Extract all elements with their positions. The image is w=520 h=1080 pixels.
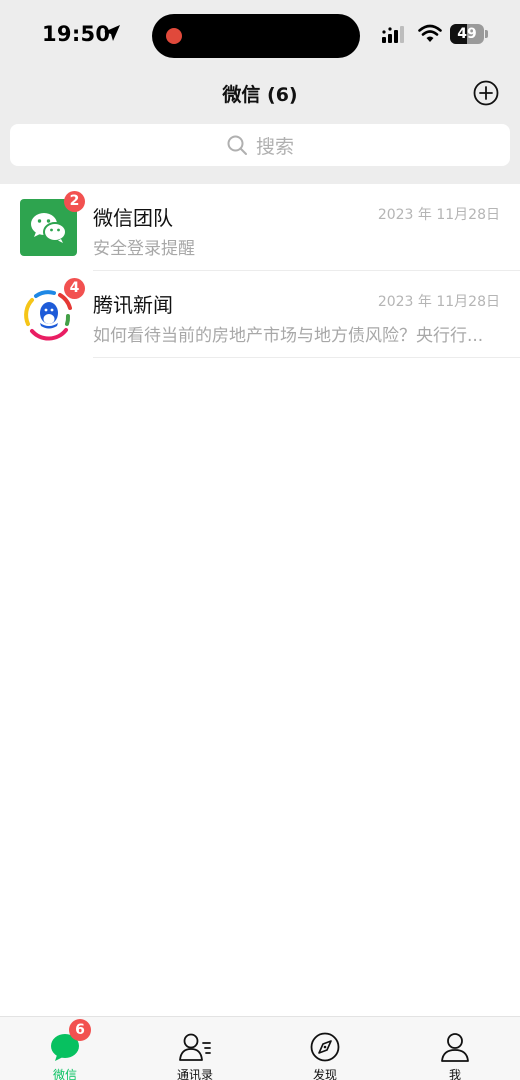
chat-name: 腾讯新闻 xyxy=(93,293,173,317)
chat-preview: 如何看待当前的房地产市场与地方债风险？央行行... xyxy=(93,326,484,346)
tab-me[interactable]: 我 xyxy=(390,1017,520,1080)
chat-time: 2023 年 11月28日 xyxy=(377,207,500,223)
battery-body: 49 xyxy=(450,24,484,44)
contacts-icon xyxy=(179,1033,211,1061)
chat-preview: 安全登录提醒 xyxy=(93,239,195,259)
tab-contacts[interactable]: 通讯录 xyxy=(130,1017,260,1080)
tab-badge: 6 xyxy=(69,1019,91,1041)
battery-percent: 49 xyxy=(457,26,477,42)
unread-badge: 2 xyxy=(64,191,85,212)
divider xyxy=(93,357,520,358)
battery-cap xyxy=(485,30,488,38)
tab-label: 通讯录 xyxy=(176,1068,213,1080)
wechat-screen: 19:50 49 微信 (6) 搜索 2 微信团队 2023 年 11月28日 … xyxy=(0,0,520,1080)
compass-icon xyxy=(310,1032,340,1062)
recording-dot-icon xyxy=(166,28,182,44)
nav-bar: 微信 (6) xyxy=(0,72,520,116)
location-arrow-icon xyxy=(104,25,120,41)
unread-badge: 4 xyxy=(64,278,85,299)
person-icon xyxy=(441,1033,469,1062)
tab-label: 发现 xyxy=(312,1068,337,1080)
tab-chats[interactable]: 6 微信 xyxy=(0,1017,130,1080)
status-time: 19:50 xyxy=(42,22,111,46)
search-input[interactable]: 搜索 xyxy=(10,124,510,166)
dynamic-island xyxy=(152,14,360,58)
cellular-signal-icon xyxy=(382,26,404,43)
wifi-icon xyxy=(418,24,442,42)
page-title: 微信 (6) xyxy=(222,84,298,106)
chat-time: 2023 年 11月28日 xyxy=(377,294,500,310)
add-plus-icon[interactable] xyxy=(472,79,500,107)
chat-list: 2 微信团队 2023 年 11月28日 安全登录提醒 4 腾讯新闻 2023 … xyxy=(0,184,520,358)
chat-row-wechat-team[interactable]: 2 微信团队 2023 年 11月28日 安全登录提醒 xyxy=(0,184,520,271)
search-inner: 搜索 xyxy=(10,124,510,166)
search-placeholder: 搜索 xyxy=(255,135,294,158)
tab-discover[interactable]: 发现 xyxy=(260,1017,390,1080)
chat-row-tencent-news[interactable]: 4 腾讯新闻 2023 年 11月28日 如何看待当前的房地产市场与地方债风险？… xyxy=(0,271,520,358)
tab-bar: 6 微信 通讯录 发现 我 xyxy=(0,1016,520,1080)
avatar: 2 xyxy=(20,191,85,256)
search-icon xyxy=(227,135,247,155)
avatar: 4 xyxy=(20,278,85,343)
search-area: 搜索 xyxy=(0,116,520,184)
chat-name: 微信团队 xyxy=(93,206,173,230)
status-bar: 19:50 49 xyxy=(0,0,520,72)
tab-label: 我 xyxy=(448,1068,461,1080)
battery-icon: 49 xyxy=(450,24,488,44)
tab-label: 微信 xyxy=(52,1068,77,1080)
